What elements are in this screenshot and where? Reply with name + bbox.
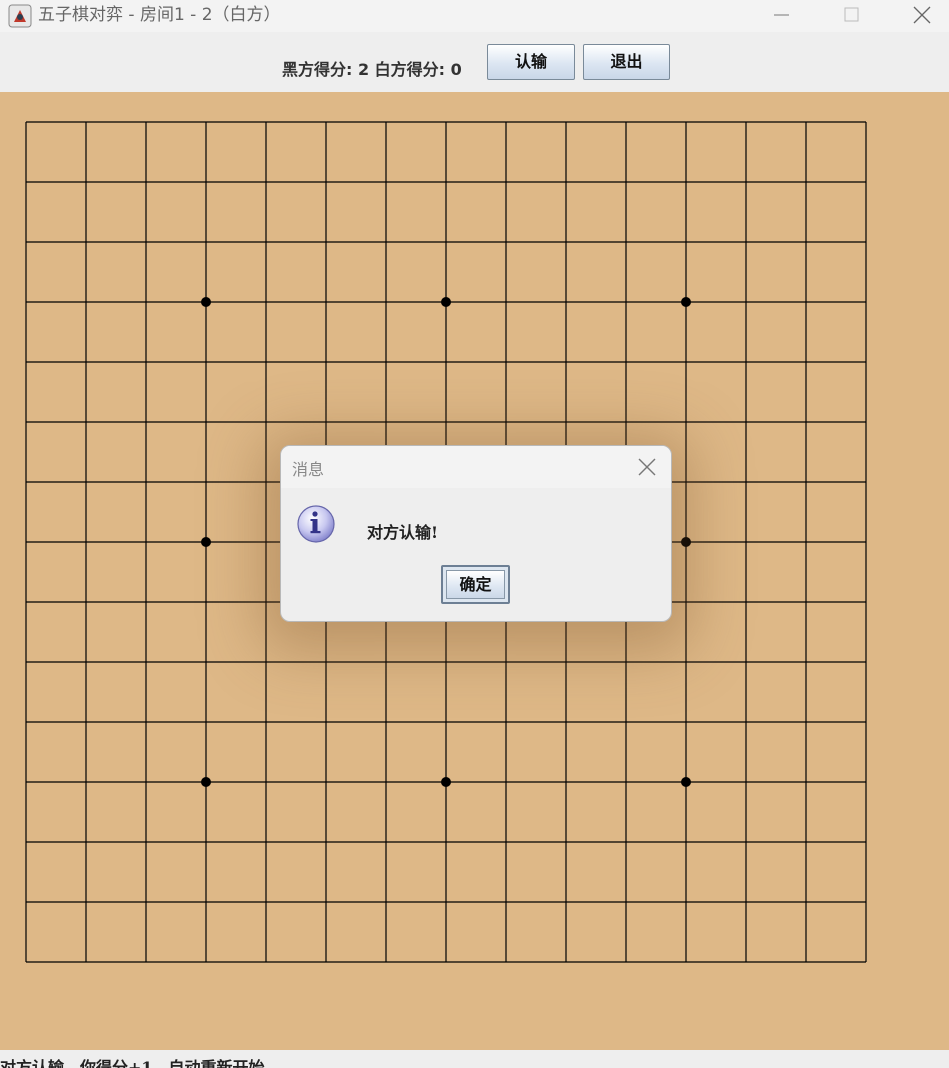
exit-button[interactable]: 退出	[583, 44, 670, 80]
score-label: 黑方得分: 2 白方得分: 0	[282, 60, 462, 79]
star-point	[681, 537, 691, 547]
dialog-close-icon[interactable]	[635, 455, 659, 479]
dialog-title: 消息	[292, 460, 325, 479]
minimize-icon	[774, 14, 789, 16]
ok-button-label: 确定	[446, 570, 505, 599]
star-point	[441, 777, 451, 787]
maximize-button[interactable]	[828, 0, 874, 32]
close-window-button[interactable]	[898, 0, 944, 32]
star-point	[201, 297, 211, 307]
toolbar: 黑方得分: 2 白方得分: 0 认输 退出	[0, 36, 949, 92]
star-point	[201, 537, 211, 547]
status-message: 对方认输，你得分+1，自动重新开始	[0, 1058, 265, 1068]
info-icon	[297, 505, 335, 543]
dialog-message: 对方认输!	[367, 523, 439, 542]
close-icon	[913, 6, 931, 24]
minimize-button[interactable]	[758, 0, 804, 32]
star-point	[441, 297, 451, 307]
surrender-button[interactable]: 认输	[487, 44, 575, 80]
star-point	[681, 297, 691, 307]
star-point	[201, 777, 211, 787]
maximize-icon	[844, 7, 859, 22]
java-app-icon	[8, 4, 32, 28]
game-window: 五子棋对弈 - 房间1 - 2（白方） 黑方得分: 2 白方得分: 0 认输 退…	[0, 0, 949, 1068]
ok-button[interactable]: 确定	[441, 565, 510, 604]
star-point	[681, 777, 691, 787]
message-dialog: 消息 对方认输! 确定	[280, 445, 672, 622]
title-bar: 五子棋对弈 - 房间1 - 2（白方）	[0, 0, 949, 32]
window-title: 五子棋对弈 - 房间1 - 2（白方）	[38, 5, 281, 25]
dialog-title-bar: 消息	[281, 446, 671, 488]
status-bar: 对方认输，你得分+1，自动重新开始	[0, 1050, 949, 1068]
